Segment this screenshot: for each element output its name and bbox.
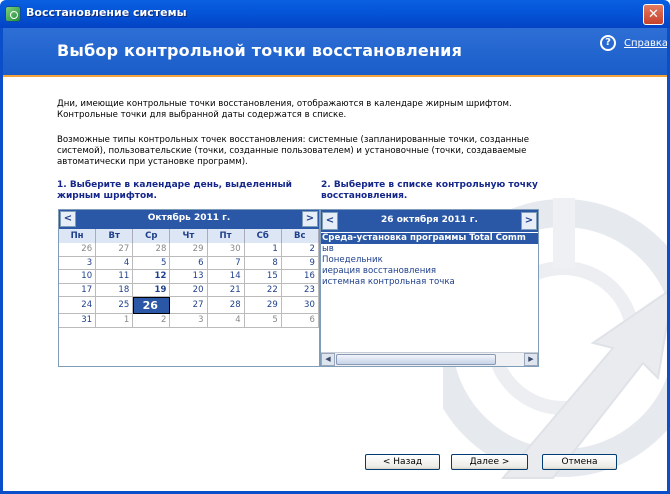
calendar-day[interactable]: 1 [244,243,282,257]
calendar-day[interactable]: 28 [133,243,171,257]
calendar-day[interactable]: 12 [133,270,171,284]
calendar-day-selected[interactable]: 26 [133,297,171,314]
calendar-day[interactable]: 3 [59,256,97,270]
weekday-label: Вс [282,229,319,243]
calendar-week-row: 17 18 19 20 21 22 23 [59,283,319,297]
calendar-day[interactable]: 21 [207,283,245,297]
calendar-day[interactable]: 27 [170,297,208,314]
calendar-day[interactable]: 1 [96,314,134,328]
page-title: Выбор контрольной точки восстановления [57,41,463,60]
calendar-grid: 26 27 28 29 30 1 2 3 4 5 6 7 8 9 10 11 12 13 14 15 16 17 18 19 2… [59,243,319,328]
list-items: Среда-установка программы Total Comm ыв По… [321,233,538,288]
back-button[interactable]: < Назад [365,454,440,470]
next-button[interactable]: Далее > [451,454,528,470]
header-band: Выбор контрольной точки восстановления ?… [3,28,667,77]
weekday-label: Пн [59,229,97,243]
intro-paragraph-1: Дни, имеющие контрольные точки восстанов… [57,99,512,120]
calendar-week-row: 26 27 28 29 30 1 2 [59,243,319,257]
calendar-day[interactable]: 7 [207,256,245,270]
calendar-day[interactable]: 30 [281,297,319,314]
calendar-day[interactable]: 26 [59,243,97,257]
calendar-day[interactable]: 19 [133,283,171,297]
cancel-button[interactable]: Отмена [542,454,617,470]
calendar-day[interactable]: 4 [96,256,134,270]
calendar-day[interactable]: 30 [207,243,245,257]
list-date-title: 26 октября 2011 г. [381,215,478,225]
calendar-day[interactable]: 28 [207,297,245,314]
calendar-next-month-button[interactable]: > [302,211,318,227]
scroll-right-button[interactable]: ▶ [524,353,538,366]
calendar-day[interactable]: 3 [170,314,208,328]
help-icon[interactable]: ? [600,35,616,51]
calendar-day[interactable]: 17 [59,283,97,297]
weekday-label: Пт [208,229,245,243]
calendar-day[interactable]: 31 [59,314,97,328]
step1-label: 1. Выберите в календаре день, выделенный… [57,180,292,201]
calendar-day[interactable]: 11 [96,270,134,284]
calendar-day[interactable]: 22 [244,283,282,297]
weekday-label: Сб [245,229,282,243]
help-area: ? Справка [600,35,667,51]
calendar: < Октябрь 2011 г. > Пн Вт Ср Чт Пт Сб Вс 26 27 2… [58,209,320,367]
calendar-day[interactable]: 9 [281,256,319,270]
calendar-day[interactable]: 14 [207,270,245,284]
calendar-day[interactable]: 6 [281,314,319,328]
calendar-day[interactable]: 16 [281,270,319,284]
step2-label: 2. Выберите в списке контрольную точку в… [321,180,538,201]
calendar-day[interactable]: 4 [207,314,245,328]
calendar-day[interactable]: 2 [133,314,171,328]
calendar-header: < Октябрь 2011 г. > [59,210,319,229]
calendar-day[interactable]: 5 [133,256,171,270]
list-prev-day-button[interactable]: < [322,212,338,230]
calendar-day[interactable]: 10 [59,270,97,284]
calendar-day[interactable]: 13 [170,270,208,284]
calendar-day[interactable]: 29 [170,243,208,257]
restore-point-item[interactable]: истемная контрольная точка [321,277,538,288]
calendar-day[interactable]: 6 [170,256,208,270]
scroll-left-button[interactable]: ◀ [321,353,335,366]
calendar-day[interactable]: 29 [244,297,282,314]
calendar-day[interactable]: 18 [96,283,134,297]
calendar-week-row: 10 11 12 13 14 15 16 [59,270,319,284]
title-bar[interactable]: Восстановление системы ✕ [0,0,670,28]
window-title: Восстановление системы [26,6,187,19]
weekday-label: Чт [170,229,208,243]
calendar-day[interactable]: 5 [244,314,282,328]
calendar-week-row: 24 25 26 27 28 29 30 [59,297,319,314]
calendar-day[interactable]: 20 [170,283,208,297]
calendar-month-title: Октябрь 2011 г. [147,213,231,223]
calendar-day[interactable]: 15 [244,270,282,284]
list-next-day-button[interactable]: > [521,212,537,230]
calendar-prev-month-button[interactable]: < [60,211,76,227]
window-body: Выбор контрольной точки восстановления ?… [0,28,670,494]
calendar-day[interactable]: 8 [244,256,282,270]
scroll-thumb[interactable] [336,354,496,365]
horizontal-scrollbar[interactable]: ◀ ▶ [321,352,538,366]
calendar-week-row: 3456789 [59,256,319,270]
system-restore-icon [5,6,21,22]
calendar-day[interactable]: 2 [281,243,319,257]
weekday-label: Ср [133,229,171,243]
restore-point-item[interactable]: Среда-установка программы Total Comm [321,233,538,244]
weekday-header-row: Пн Вт Ср Чт Пт Сб Вс [59,229,319,243]
calendar-week-row: 31 1 2 3 4 5 6 [59,314,319,328]
restore-point-list: < 26 октября 2011 г. > Среда-установка п… [320,209,539,367]
help-link[interactable]: Справка [624,38,667,49]
restore-point-item[interactable]: Понедельник [321,255,538,266]
restore-point-item[interactable]: ыв [321,244,538,255]
restore-point-item[interactable]: иерация восстановления [321,266,538,277]
close-button[interactable]: ✕ [643,4,664,25]
list-header: < 26 октября 2011 г. > [321,210,538,232]
calendar-day[interactable]: 25 [96,297,134,314]
restore-window: Восстановление системы ✕ Выбор контрольн… [0,0,670,494]
calendar-day[interactable]: 23 [281,283,319,297]
intro-paragraph-2: Возможные типы контрольных точек восстан… [57,135,529,167]
weekday-label: Вт [96,229,134,243]
calendar-day[interactable]: 24 [59,297,97,314]
calendar-day[interactable]: 27 [96,243,134,257]
